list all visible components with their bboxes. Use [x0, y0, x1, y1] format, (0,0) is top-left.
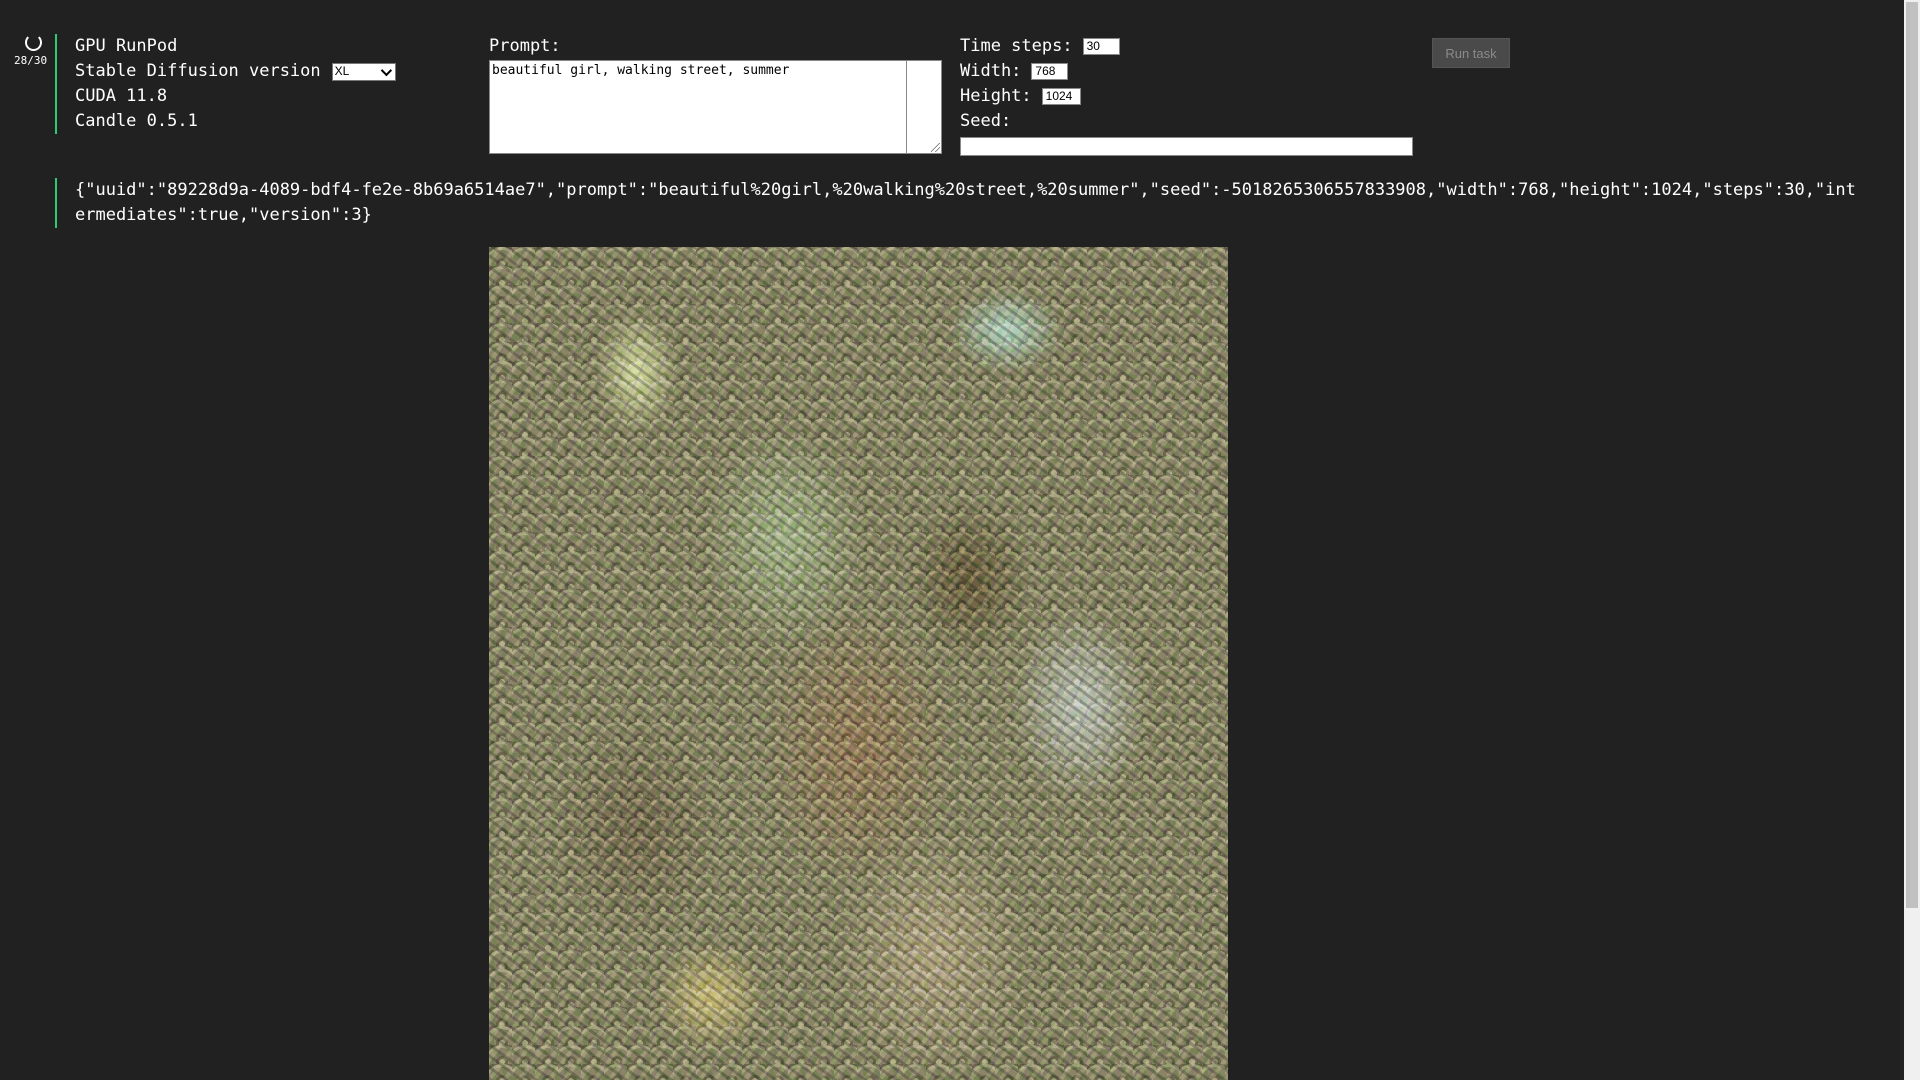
parameters-section: Time steps: 30 Width: 768 Height: 1024 S… — [960, 34, 1413, 156]
chevron-down-icon — [380, 64, 392, 76]
steps-label: Time steps: — [960, 36, 1073, 56]
seed-label: Seed: — [960, 111, 1012, 131]
system-info: GPU RunPod Stable Diffusion version XL C… — [55, 34, 396, 134]
height-input[interactable]: 1024 — [1041, 88, 1081, 105]
output-json: {"uuid":"89228d9a-4089-bdf4-fe2e-8b69a65… — [55, 178, 1865, 228]
app-page: 28/30 GPU RunPod Stable Diffusion versio… — [0, 0, 1920, 1080]
width-input[interactable]: 768 — [1031, 63, 1069, 80]
resize-grip-icon[interactable] — [931, 143, 940, 152]
prompt-section: Prompt: beautiful girl, walking street, … — [489, 34, 942, 154]
run-task-button[interactable]: Run task — [1432, 38, 1510, 68]
steps-input[interactable]: 30 — [1082, 38, 1120, 55]
page-scrollbar[interactable] — [1904, 0, 1920, 1080]
sd-version-value: XL — [334, 64, 350, 78]
steps-row: Time steps: 30 — [960, 34, 1413, 59]
prompt-textarea[interactable]: beautiful girl, walking street, summer — [489, 60, 942, 154]
progress-indicator: 28/30 — [14, 34, 54, 67]
image-texture-overlay — [489, 247, 1228, 1080]
width-label: Width: — [960, 61, 1022, 81]
prompt-label: Prompt: — [489, 36, 561, 56]
width-row: Width: 768 — [960, 59, 1413, 84]
generated-image — [489, 247, 1228, 1080]
height-row: Height: 1024 — [960, 84, 1413, 109]
seed-label-row: Seed: — [960, 109, 1413, 134]
height-label: Height: — [960, 86, 1032, 106]
sd-version-row: Stable Diffusion version XL — [75, 59, 396, 84]
progress-count: 28/30 — [14, 54, 48, 67]
scrollbar-thumb[interactable] — [1906, 2, 1918, 908]
prompt-text: beautiful girl, walking street, summer — [492, 63, 790, 78]
prompt-scrollbar[interactable] — [906, 61, 941, 153]
candle-info: Candle 0.5.1 — [75, 111, 198, 131]
spinner-icon — [25, 34, 42, 51]
cuda-info: CUDA 11.8 — [75, 86, 168, 106]
seed-input[interactable] — [960, 137, 1413, 156]
sd-version-select[interactable]: XL — [331, 62, 396, 81]
sd-version-label: Stable Diffusion version — [75, 61, 321, 81]
gpu-info: GPU RunPod — [75, 36, 178, 56]
